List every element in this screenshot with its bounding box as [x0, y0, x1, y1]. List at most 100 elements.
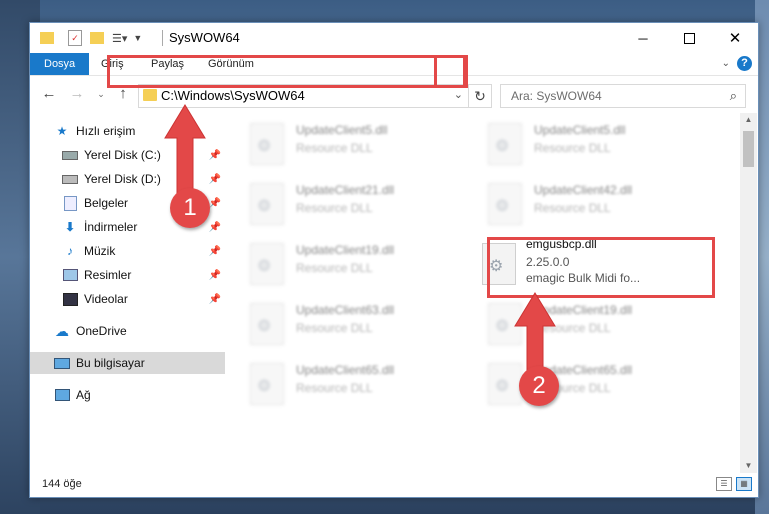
window-title: SysWOW64: [169, 30, 240, 45]
search-input[interactable]: Ara: SysWOW64 ⌕: [500, 84, 746, 108]
scroll-thumb[interactable]: [743, 131, 754, 167]
sidebar-item-label: OneDrive: [76, 324, 127, 338]
list-item[interactable]: UpdateClient19.dll Resource DLL: [464, 295, 694, 351]
dropdown-icon[interactable]: ▼: [133, 33, 142, 43]
drive-icon: [62, 172, 78, 186]
close-icon: ✕: [728, 30, 742, 47]
folder-icon: [143, 89, 157, 101]
pin-icon[interactable]: 📌: [209, 270, 221, 281]
vertical-scrollbar[interactable]: ▲ ▼: [740, 113, 757, 473]
sidebar-item-onedrive[interactable]: ☁ OneDrive: [30, 320, 225, 342]
forward-button[interactable]: →: [68, 85, 86, 103]
refresh-highlight: [434, 55, 466, 88]
file-name: UpdateClient5.dll: [534, 123, 626, 137]
pin-icon[interactable]: 📌: [209, 222, 221, 233]
expand-ribbon-icon[interactable]: ⌄: [722, 58, 730, 69]
file-name: UpdateClient65.dll: [296, 363, 395, 377]
sidebar-item-label: Ağ: [76, 388, 91, 402]
sidebar-item-label: Resimler: [84, 268, 132, 282]
customize-toolbar-icon[interactable]: ☰▾: [112, 32, 127, 45]
file-name: UpdateClient42.dll: [534, 183, 633, 197]
list-item[interactable]: UpdateClient21.dll Resource DLL: [226, 175, 456, 231]
file-description: Resource DLL: [534, 141, 611, 155]
back-button[interactable]: ←: [40, 85, 58, 103]
list-item[interactable]: UpdateClient42.dll Resource DLL: [464, 175, 694, 231]
file-name: UpdateClient19.dll: [296, 243, 395, 257]
chevron-down-icon[interactable]: ⌄: [454, 88, 463, 101]
list-item[interactable]: UpdateClient5.dll Resource DLL: [464, 115, 694, 171]
view-switcher: ☰ ▦: [716, 477, 752, 491]
cloud-icon: ☁: [55, 322, 69, 339]
sidebar-item-label: Yerel Disk (D:): [84, 172, 161, 186]
sidebar-item-label: Bu bilgisayar: [76, 356, 145, 370]
status-bar: 144 öğe ☰ ▦: [30, 473, 758, 497]
address-highlight: [107, 55, 468, 88]
music-icon: ♪: [67, 244, 73, 258]
dll-file-icon: [250, 183, 284, 225]
sidebar-item-label: İndirmeler: [84, 220, 138, 234]
list-item[interactable]: UpdateClient5.dll Resource DLL: [226, 115, 456, 171]
dll-file-icon: [488, 123, 522, 165]
tiles-view-icon[interactable]: ▦: [736, 477, 752, 491]
file-name: UpdateClient5.dll: [296, 123, 388, 137]
title-bar: ✓ ☰▾ ▼ SysWOW64 ─ ✕: [30, 23, 758, 53]
step-badge-1: 1: [170, 188, 210, 228]
file-description: Resource DLL: [296, 201, 373, 215]
sidebar-item-label: Belgeler: [84, 196, 129, 210]
list-item[interactable]: UpdateClient65.dll Resource DLL: [226, 355, 456, 411]
tab-file[interactable]: Dosya: [30, 53, 90, 75]
dll-file-icon: [488, 183, 522, 225]
quick-access-toolbar: ✓ ☰▾ ▼: [40, 29, 142, 47]
list-item[interactable]: UpdateClient63.dll Resource DLL: [226, 295, 456, 351]
refresh-button[interactable]: ↻: [468, 84, 492, 108]
network-icon: [54, 388, 70, 402]
list-item[interactable]: UpdateClient19.dll Resource DLL: [226, 235, 456, 291]
minimize-icon: ─: [638, 30, 648, 46]
search-icon: ⌕: [729, 88, 737, 103]
maximize-icon: [683, 32, 695, 44]
help-button[interactable]: ?: [737, 56, 752, 71]
properties-icon[interactable]: ✓: [68, 30, 82, 46]
list-item[interactable]: UpdateClient65.dll Resource DLL: [464, 355, 694, 411]
pin-icon[interactable]: 📌: [209, 294, 221, 305]
file-name: UpdateClient21.dll: [296, 183, 395, 197]
dll-file-icon: [250, 363, 284, 405]
item-count: 144 öğe: [42, 478, 82, 490]
sidebar-item-label: Müzik: [84, 244, 116, 258]
step-badge-2: 2: [519, 366, 559, 406]
sidebar-item-label: Yerel Disk (C:): [84, 148, 161, 162]
sidebar-item-this-pc[interactable]: Bu bilgisayar: [30, 352, 225, 374]
maximize-button[interactable]: [666, 23, 712, 53]
file-description: Resource DLL: [534, 201, 611, 215]
drive-icon: [62, 148, 78, 162]
sidebar-item-pictures[interactable]: Resimler 📌: [30, 264, 225, 286]
scroll-down-icon[interactable]: ▼: [740, 459, 757, 473]
scroll-up-icon[interactable]: ▲: [740, 113, 757, 127]
file-description: Resource DLL: [296, 321, 373, 335]
pictures-icon: [62, 268, 78, 282]
minimize-button[interactable]: ─: [620, 23, 666, 53]
dll-file-icon: [250, 243, 284, 285]
refresh-icon: ↻: [474, 88, 486, 104]
file-description: Resource DLL: [296, 141, 373, 155]
sidebar-item-videos[interactable]: Videolar 📌: [30, 288, 225, 310]
close-button[interactable]: ✕: [712, 23, 758, 53]
sidebar-item-network[interactable]: Ağ: [30, 384, 225, 406]
sidebar-item-label: Hızlı erişim: [76, 124, 136, 138]
search-placeholder: Ara: SysWOW64: [511, 89, 602, 103]
videos-icon: [62, 292, 78, 306]
dll-file-icon: [250, 123, 284, 165]
star-icon: ★: [56, 124, 68, 138]
computer-icon: [54, 356, 70, 370]
details-view-icon[interactable]: ☰: [716, 477, 732, 491]
pin-icon[interactable]: 📌: [209, 246, 221, 257]
new-folder-icon[interactable]: [90, 32, 104, 44]
sidebar-item-music[interactable]: ♪ Müzik 📌: [30, 240, 225, 262]
folder-icon: [40, 32, 54, 44]
file-description: Resource DLL: [296, 381, 373, 395]
dll-file-icon: [250, 303, 284, 345]
divider: [162, 30, 163, 46]
download-icon: ⬇: [64, 220, 76, 234]
documents-icon: [62, 195, 78, 211]
sidebar-item-label: Videolar: [84, 292, 128, 306]
